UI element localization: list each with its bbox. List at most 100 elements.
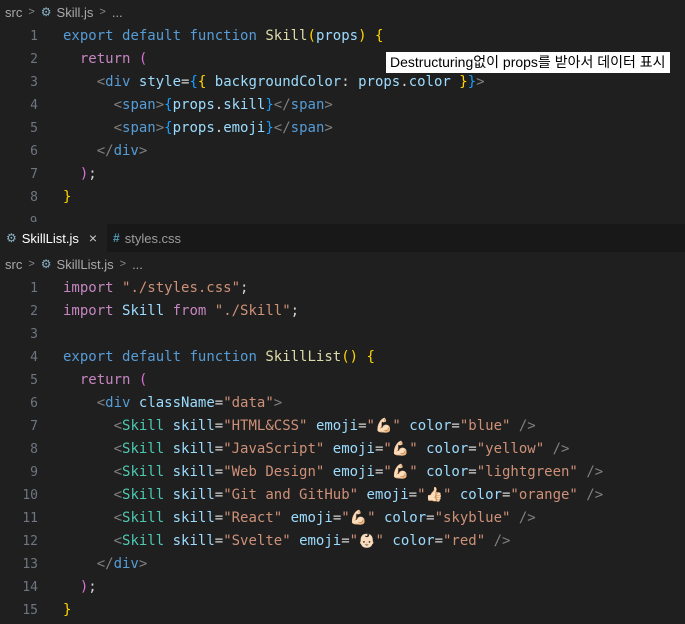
code-line: 10 <Skill skill="Git and GitHub" emoji="…: [0, 484, 685, 507]
code-line: 4 export default function SkillList() {: [0, 346, 685, 369]
code-token: skill: [172, 510, 215, 526]
chevron-right-icon: >: [28, 258, 35, 270]
code-token: "blue": [459, 418, 511, 434]
code-line: 8 <Skill skill="JavaScript" emoji="💪🏻" c…: [0, 438, 685, 461]
code-token: function: [189, 349, 257, 365]
code-token: "👍🏻": [417, 487, 452, 503]
line-number: 12: [22, 534, 38, 549]
editor-pane-skill: src > ⚙ Skill.js > ... 1 export default f…: [0, 0, 685, 222]
code-token: "💪🏻": [366, 418, 401, 434]
code-token: "skyblue": [434, 510, 511, 526]
code-line: 2 import Skill from "./Skill";: [0, 300, 685, 323]
code-token: "HTML&CSS": [223, 418, 308, 434]
code-token: skill: [172, 464, 215, 480]
code-token: import: [63, 280, 114, 296]
code-token: Skill: [122, 464, 165, 480]
line-number: 8: [30, 442, 38, 457]
tab-styles-css[interactable]: # styles.css: [107, 224, 191, 252]
code-token: "./Skill": [214, 303, 291, 319]
code-token: "💪🏻": [383, 441, 418, 457]
breadcrumb-folder[interactable]: src: [5, 252, 22, 277]
code-line: 4 <span>{props.skill}</span>: [0, 94, 685, 117]
tab-label: SkillList.js: [21, 230, 79, 246]
code-token: skill: [172, 533, 215, 549]
line-number: 4: [30, 98, 38, 113]
code-area[interactable]: 1 export default function Skill(props) { …: [0, 25, 685, 209]
code-token: div: [105, 395, 131, 411]
code-token: "React": [223, 510, 283, 526]
code-token: "data": [223, 395, 274, 411]
code-area[interactable]: 1 import "./styles.css"; 2 import Skill fr…: [0, 277, 685, 622]
code-line: 3: [0, 323, 685, 346]
code-token: emoji: [290, 510, 333, 526]
breadcrumb-file[interactable]: SkillList.js: [57, 252, 114, 277]
code-token: export: [63, 28, 114, 44]
code-token: function: [189, 28, 257, 44]
code-token: "Web Design": [223, 464, 325, 480]
code-token: Skill: [122, 510, 165, 526]
breadcrumb-more[interactable]: ...: [132, 252, 143, 277]
line-number: 7: [30, 419, 38, 434]
code-token: "Git and GitHub": [223, 487, 359, 503]
line-number: 14: [22, 580, 38, 595]
breadcrumb: src > ⚙ SkillList.js > ...: [0, 252, 685, 277]
line-number: 13: [22, 557, 38, 572]
code-token: Skill: [122, 487, 165, 503]
line-number: 4: [30, 350, 38, 365]
line-number: 2: [30, 304, 38, 319]
code-token: Skill: [122, 303, 165, 319]
code-token: "lightgreen": [476, 464, 578, 480]
css-hash-icon: #: [113, 231, 120, 245]
breadcrumb-file[interactable]: Skill.js: [57, 0, 94, 25]
code-line: 5 return (: [0, 369, 685, 392]
code-token: skill: [172, 418, 215, 434]
editor-pane-skilllist: src > ⚙ SkillList.js > ... 1 import "./st…: [0, 252, 685, 624]
code-token: div: [113, 143, 139, 159]
code-token: return: [79, 51, 131, 67]
code-token: "red": [443, 533, 486, 549]
code-line: 6 </div>: [0, 140, 685, 163]
code-token: color: [392, 533, 435, 549]
breadcrumb-folder[interactable]: src: [5, 0, 22, 25]
code-token: emoji: [332, 464, 375, 480]
code-token: span: [290, 120, 325, 136]
code-token: export: [63, 349, 114, 365]
code-token: default: [122, 349, 182, 365]
code-line: 7 <Skill skill="HTML&CSS" emoji="💪🏻" col…: [0, 415, 685, 438]
line-number: 2: [30, 52, 38, 67]
chevron-right-icon: >: [99, 6, 106, 18]
code-token: "💪🏻": [383, 464, 418, 480]
tab-skilllist-js[interactable]: ⚙ SkillList.js ×: [0, 224, 108, 252]
line-number: 15: [22, 603, 38, 618]
line-number: 11: [22, 511, 38, 526]
code-line: 1 export default function Skill(props) {: [0, 25, 685, 48]
react-gear-icon: ⚙: [6, 231, 17, 245]
code-token: span: [290, 97, 325, 113]
code-line: 13 </div>: [0, 553, 685, 576]
code-line: 15}: [0, 599, 685, 622]
code-token: Skill: [265, 28, 308, 44]
code-token: Skill: [122, 418, 165, 434]
code-token: return: [79, 372, 131, 388]
code-token: "./styles.css": [122, 280, 241, 296]
code-token: emoji: [366, 487, 409, 503]
close-icon[interactable]: ×: [89, 230, 97, 246]
code-token: emoji: [223, 120, 266, 136]
line-number: 1: [30, 29, 38, 44]
line-number: 5: [30, 121, 38, 136]
code-token: default: [122, 28, 182, 44]
code-token: "JavaScript": [223, 441, 325, 457]
breadcrumb-more[interactable]: ...: [112, 0, 123, 25]
code-token: color: [409, 418, 452, 434]
code-line: 6 <div className="data">: [0, 392, 685, 415]
code-token: color: [459, 487, 502, 503]
line-number: 9: [30, 465, 38, 480]
code-token: emoji: [332, 441, 375, 457]
code-line: 5 <span>{props.emoji}</span>: [0, 117, 685, 140]
code-line: 11 <Skill skill="React" emoji="💪🏻" color…: [0, 507, 685, 530]
code-token: emoji: [299, 533, 342, 549]
code-token: "👶🏻": [349, 533, 384, 549]
code-line: 7 );: [0, 163, 685, 186]
code-token: color: [426, 441, 469, 457]
chevron-right-icon: >: [119, 258, 127, 270]
